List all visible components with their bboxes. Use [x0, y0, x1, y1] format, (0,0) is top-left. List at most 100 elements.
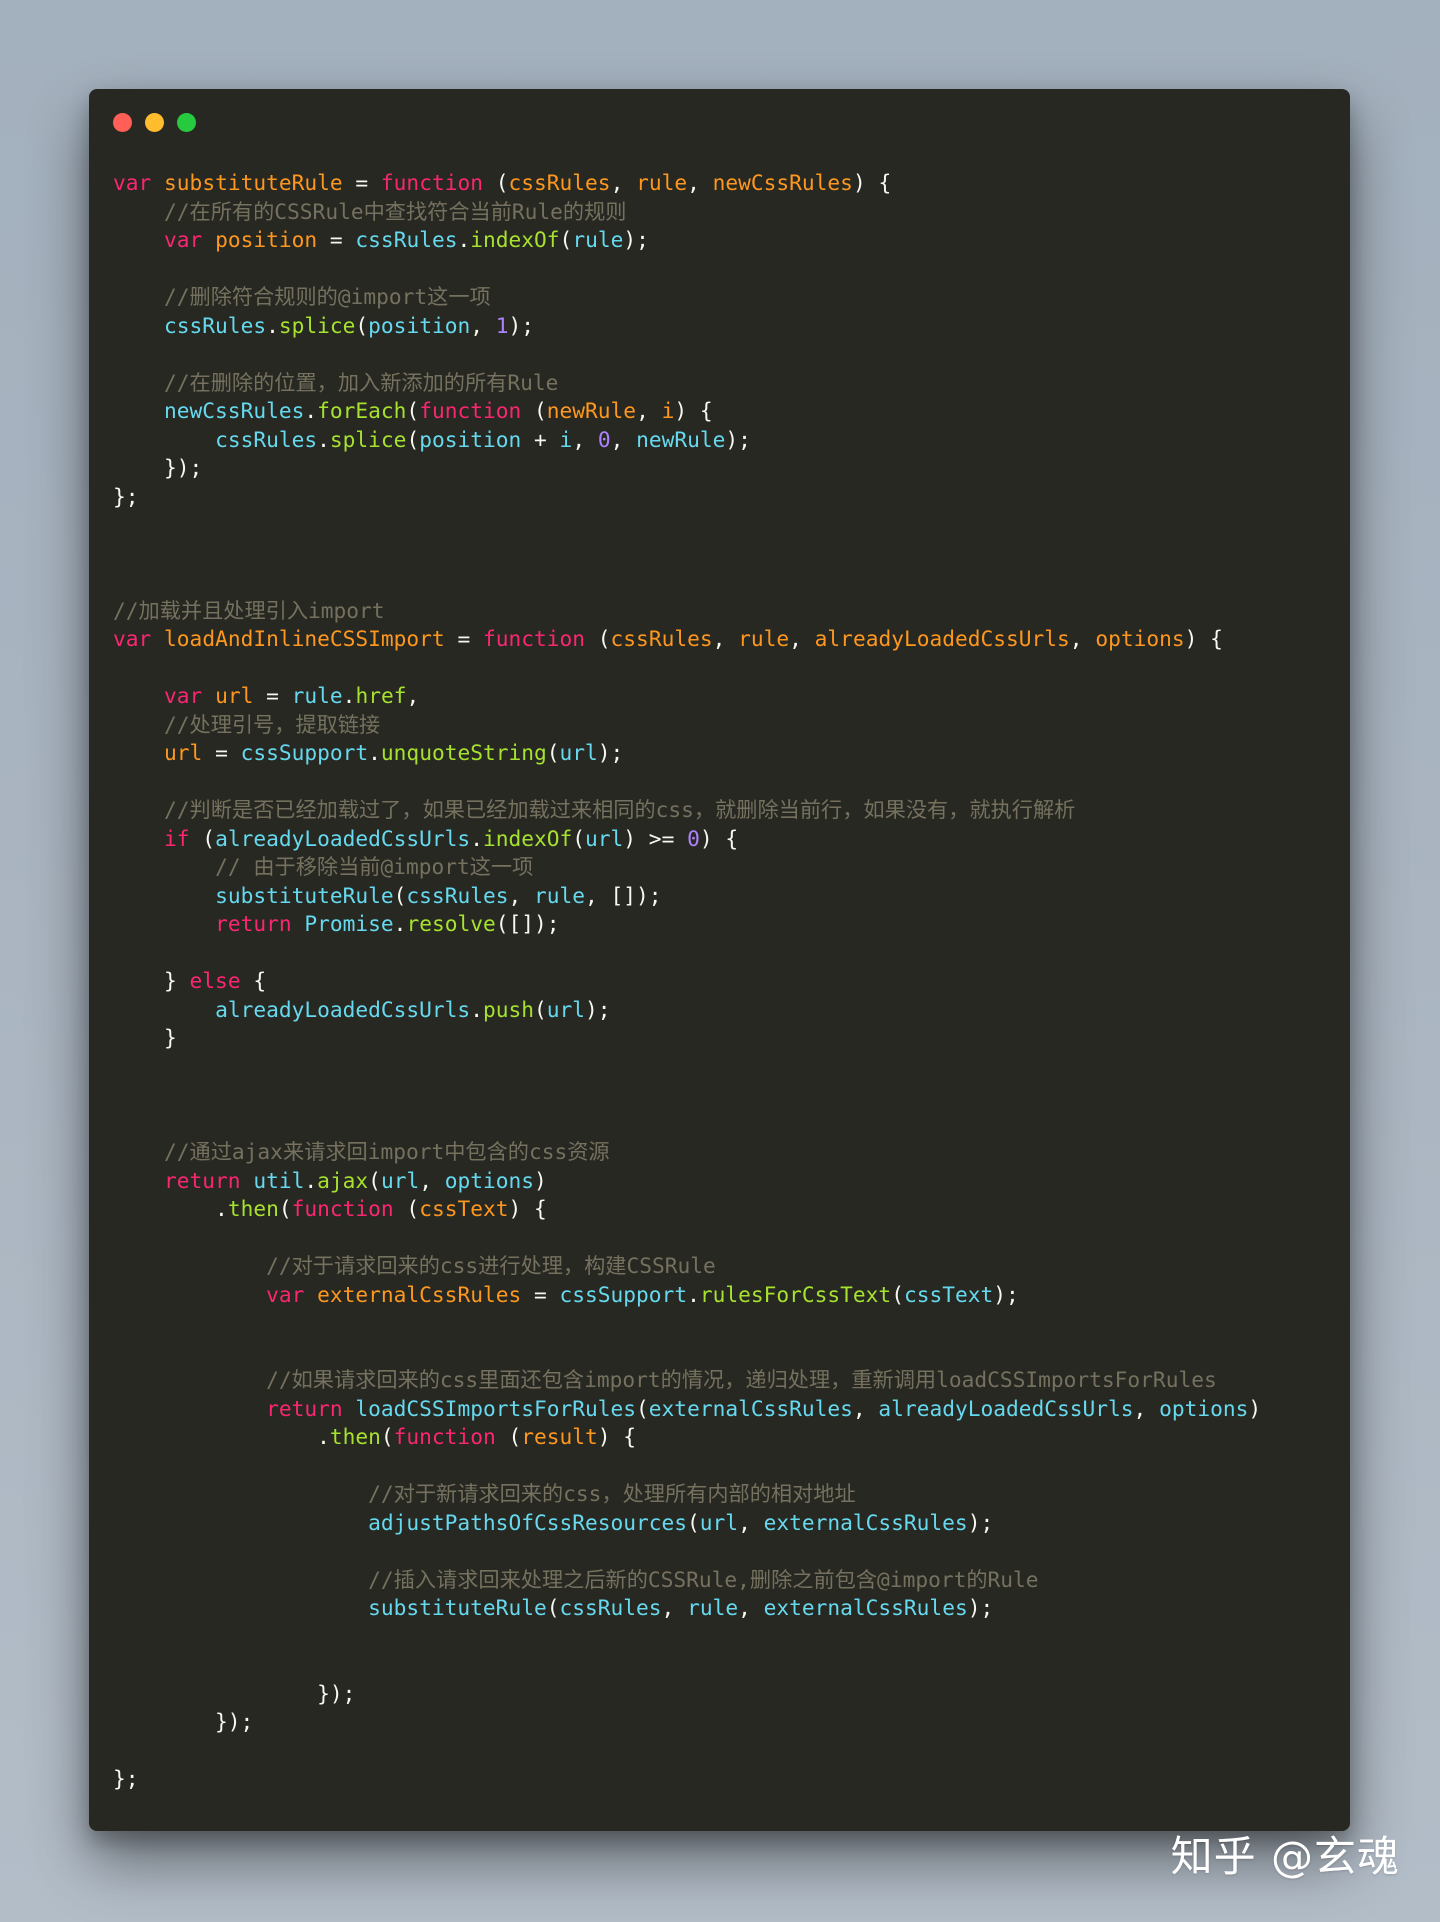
code-token: unquoteString — [380, 740, 547, 765]
minimize-button[interactable] — [145, 113, 164, 132]
code-line: cssRules.splice(position, 1); — [113, 312, 1343, 341]
code-token: url — [585, 825, 624, 851]
code-token: , — [508, 882, 534, 908]
code-token: } — [113, 1025, 177, 1050]
code-block: var substituteRule = function (cssRules,… — [113, 169, 1343, 1794]
code-line: .then(function (cssText) { — [113, 1195, 1343, 1224]
code-token: } — [113, 968, 190, 993]
code-token: ( — [406, 426, 420, 452]
code-token: url — [164, 740, 203, 765]
code-token: ( — [278, 1196, 292, 1221]
code-token: ) { — [597, 1424, 637, 1449]
code-token: , — [1069, 626, 1096, 651]
code-token: i — [661, 398, 675, 423]
code-token: . — [113, 1424, 330, 1449]
code-line: //在删除的位置，加入新添加的所有Rule — [113, 369, 1343, 398]
code-token: var — [266, 1281, 305, 1307]
code-token: ( — [546, 740, 560, 765]
code-token: alreadyLoadedCssUrls — [215, 996, 471, 1022]
code-token: //插入请求回来处理之后新的CSSRule,删除之前包含@import的Rule — [368, 1566, 1039, 1592]
code-token: var — [113, 170, 152, 195]
code-line: //如果请求回来的css里面还包含import的情况，递归处理，重新调用load… — [113, 1366, 1343, 1395]
code-line: //删除符合规则的@import这一项 — [113, 283, 1343, 312]
code-token: //处理引号，提取链接 — [164, 711, 381, 737]
code-token: ( — [482, 170, 509, 195]
code-token: ( — [546, 1595, 560, 1620]
code-token: ([]); — [495, 911, 560, 936]
code-token: loadAndInlineCSSImport — [164, 626, 445, 651]
code-token: ) { — [1184, 626, 1223, 651]
code-line: return util.ajax(url, options) — [113, 1167, 1343, 1196]
code-line: url = cssSupport.unquoteString(url); — [113, 739, 1343, 768]
code-token: , — [738, 1595, 764, 1620]
code-token: forEach — [317, 398, 407, 423]
code-token: , — [661, 1595, 688, 1620]
maximize-button[interactable] — [177, 113, 196, 132]
code-token: substituteRule — [164, 170, 343, 195]
code-line: return loadCSSImportsForRules(externalCs… — [113, 1395, 1343, 1424]
code-token: rule — [291, 683, 343, 708]
code-line: cssRules.splice(position + i, 0, newRule… — [113, 426, 1343, 455]
code-token: + — [521, 426, 560, 452]
code-token: 1 — [495, 312, 509, 338]
code-token: rule — [534, 882, 586, 908]
code-token: cssSupport — [559, 1281, 688, 1307]
code-token: , — [738, 1509, 764, 1535]
code-line: var loadAndInlineCSSImport = function (c… — [113, 625, 1343, 654]
code-token: . — [687, 1281, 700, 1307]
code-token: newCssRules — [712, 170, 853, 195]
code-token: { — [240, 968, 267, 993]
code-token: //如果请求回来的css里面还包含import的情况，递归处理，重新调用load… — [266, 1367, 1217, 1392]
code-token: , — [687, 170, 713, 195]
code-token: return — [266, 1395, 343, 1421]
code-line: //通过ajax来请求回import中包含的css资源 — [113, 1138, 1343, 1167]
code-token: cssRules — [610, 626, 713, 651]
code-token: url — [546, 996, 586, 1022]
code-token: ); — [508, 312, 535, 338]
window-titlebar — [89, 89, 1350, 149]
code-token: then — [329, 1424, 381, 1449]
code-token: ( — [393, 882, 407, 908]
close-button[interactable] — [113, 113, 132, 132]
code-line: var position = cssRules.indexOf(rule); — [113, 226, 1343, 255]
code-token: var — [113, 626, 152, 651]
code-token: ( — [585, 626, 611, 651]
code-line: if (alreadyLoadedCssUrls.indexOf(url) >=… — [113, 825, 1343, 854]
code-token: ( — [559, 227, 573, 252]
code-token: , — [610, 426, 637, 452]
code-token: // 由于移除当前@import这一项 — [215, 854, 534, 879]
code-line: //加载并且处理引入import — [113, 597, 1343, 626]
code-line: } — [113, 1024, 1343, 1053]
code-token: options — [1095, 626, 1185, 651]
code-token: cssText — [903, 1281, 994, 1307]
code-token: . — [342, 683, 356, 708]
code-token: url — [215, 683, 254, 708]
code-token: function — [482, 626, 586, 651]
code-line: adjustPathsOfCssResources(url, externalC… — [113, 1509, 1343, 1538]
code-token: function — [291, 1196, 394, 1221]
code-token: . — [304, 1167, 318, 1193]
code-token: = — [342, 170, 381, 195]
code-token: = — [202, 740, 241, 765]
code-token: externalCssRules — [763, 1509, 968, 1535]
code-token: //判断是否已经加载过了，如果已经加载过来相同的css，就删除当前行，如果没有，… — [164, 797, 1076, 822]
